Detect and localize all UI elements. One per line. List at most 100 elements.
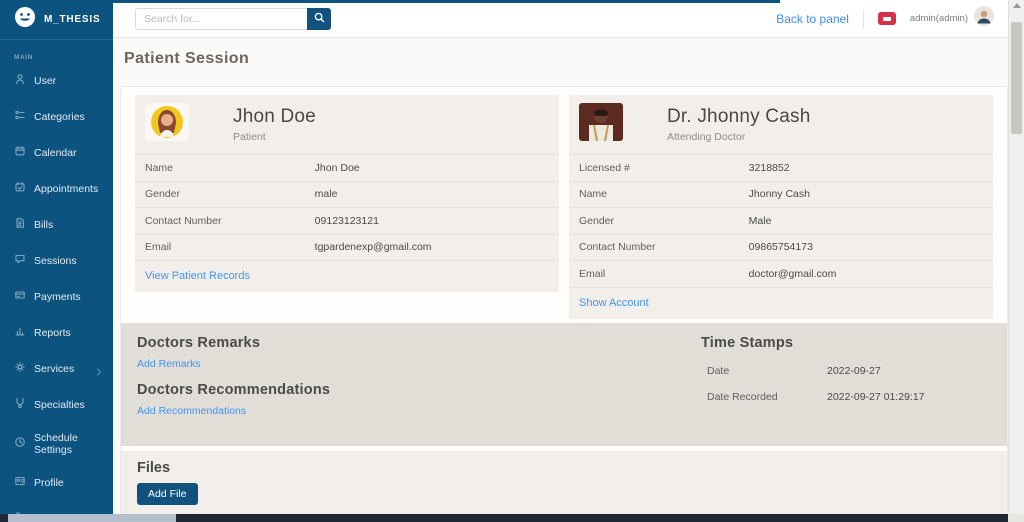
add-recommendations-link[interactable]: Add Recommendations bbox=[137, 405, 246, 417]
sidebar-item-calendar[interactable]: Calendar bbox=[0, 135, 113, 171]
doctor-card: Dr. Jhonny Cash Attending Doctor License… bbox=[569, 95, 993, 319]
doctor-avatar bbox=[579, 103, 623, 146]
row-value: Jhon Doe bbox=[314, 161, 360, 174]
profile-card-icon bbox=[14, 474, 26, 492]
patient-card-header: Jhon Doe Patient bbox=[135, 95, 559, 155]
sidebar-item-profile[interactable]: Profile bbox=[0, 465, 113, 501]
row-label: Contact Number bbox=[579, 241, 656, 254]
search-input[interactable] bbox=[135, 7, 307, 30]
search-icon bbox=[314, 11, 325, 26]
sidebar-item-label: Services bbox=[34, 363, 75, 375]
remarks-band: Doctors Remarks Add Remarks Doctors Reco… bbox=[121, 322, 1007, 446]
specialties-icon bbox=[14, 396, 26, 414]
sidebar-item-reports[interactable]: Reports bbox=[0, 315, 113, 351]
sidebar-item-categories[interactable]: Categories bbox=[0, 99, 113, 135]
brand-name: M_THESIS bbox=[44, 14, 101, 25]
patient-row-contact: Contact Number 09123123121 bbox=[135, 208, 559, 235]
row-label: Email bbox=[579, 267, 606, 280]
row-value: male bbox=[314, 188, 338, 201]
username-label: admin(admin) bbox=[909, 13, 968, 24]
row-value: Jhonny Cash bbox=[748, 188, 810, 201]
files-section: Files Add File # Label File Name Type De… bbox=[121, 450, 1007, 514]
search-button[interactable] bbox=[307, 7, 331, 30]
sidebar-item-sessions[interactable]: Sessions bbox=[0, 243, 113, 279]
app-logo-icon bbox=[14, 6, 36, 33]
row-value: 3218852 bbox=[748, 161, 790, 174]
reports-icon bbox=[14, 324, 26, 342]
view-patient-records-link[interactable]: View Patient Records bbox=[135, 261, 260, 292]
scroll-up-arrow-icon[interactable] bbox=[1013, 3, 1021, 8]
patient-card: Jhon Doe Patient Name Jhon Doe Gender ma… bbox=[135, 95, 559, 292]
doctor-row-name: Name Jhonny Cash bbox=[569, 182, 993, 208]
patient-row-name: Name Jhon Doe bbox=[135, 155, 559, 182]
sidebar-item-payments[interactable]: Payments bbox=[0, 279, 113, 315]
sidebar-item-appointments[interactable]: Appointments bbox=[0, 171, 113, 207]
user-avatar bbox=[974, 6, 994, 31]
doctor-name-block: Dr. Jhonny Cash Attending Doctor bbox=[667, 106, 810, 143]
patient-row-email: Email tgpardenexp@gmail.com bbox=[135, 235, 559, 261]
time-stamps-title: Time Stamps bbox=[701, 334, 794, 351]
sidebar-item-user[interactable]: User bbox=[0, 63, 113, 99]
sidebar-item-label: Reports bbox=[34, 327, 71, 339]
row-label: Date Recorded bbox=[707, 390, 778, 403]
row-label: Licensed # bbox=[579, 161, 630, 174]
sidebar-item-label: Schedule Settings bbox=[34, 432, 78, 456]
patient-session-panel: Jhon Doe Patient Name Jhon Doe Gender ma… bbox=[120, 86, 1008, 514]
red-notification-badge-icon[interactable] bbox=[877, 12, 896, 25]
user-icon bbox=[14, 72, 26, 90]
sidebar-item-label: Sessions bbox=[34, 255, 77, 267]
horizontal-scrollbar[interactable] bbox=[0, 514, 1008, 522]
sidebar-item-label: Bills bbox=[34, 219, 54, 231]
window-top-edge bbox=[0, 0, 780, 3]
sidebar-item-label: Calendar bbox=[34, 147, 77, 159]
sidebar-item-services[interactable]: Services bbox=[0, 351, 113, 387]
profile-cards-row: Jhon Doe Patient Name Jhon Doe Gender ma… bbox=[121, 87, 1007, 319]
doctors-recommendations-title: Doctors Recommendations bbox=[137, 381, 331, 398]
vertical-scrollbar-thumb[interactable] bbox=[1011, 22, 1022, 134]
add-remarks-link[interactable]: Add Remarks bbox=[137, 358, 201, 370]
show-account-link[interactable]: Show Account bbox=[569, 288, 659, 319]
calendar-icon bbox=[14, 144, 26, 162]
sidebar-item-label: Appointments bbox=[34, 183, 99, 195]
patient-name-block: Jhon Doe Patient bbox=[233, 106, 316, 143]
add-file-button[interactable]: Add File bbox=[137, 482, 198, 505]
patient-avatar bbox=[145, 103, 189, 146]
row-label: Name bbox=[145, 161, 174, 174]
row-value: Male bbox=[748, 214, 772, 227]
main-content: Patient Session Jhon Doe Patient Name Jh… bbox=[113, 38, 1008, 514]
patient-row-gender: Gender male bbox=[135, 182, 559, 208]
patient-name: Jhon Doe bbox=[233, 106, 316, 127]
sidebar-item-specialties[interactable]: Specialties bbox=[0, 387, 113, 423]
sidebar-item-label: Payments bbox=[34, 291, 81, 303]
row-value: 09865754173 bbox=[748, 241, 813, 254]
doctors-remarks-title: Doctors Remarks bbox=[137, 334, 261, 351]
row-label: Gender bbox=[145, 188, 181, 201]
sidebar-item-bills[interactable]: Bills bbox=[0, 207, 113, 243]
doctor-row-contact: Contact Number 09865754173 bbox=[569, 235, 993, 261]
services-gear-icon bbox=[14, 360, 26, 378]
user-menu[interactable]: admin(admin) bbox=[910, 6, 994, 31]
row-label: Email bbox=[145, 241, 172, 254]
sidebar: M_THESIS MAIN User Categories Calendar A… bbox=[0, 0, 113, 522]
row-value: 2022-09-27 01:29:17 bbox=[827, 390, 925, 403]
sidebar-item-label: User bbox=[34, 75, 57, 87]
files-title: Files bbox=[137, 459, 171, 476]
doctor-row-gender: Gender Male bbox=[569, 208, 993, 235]
row-label: Contact Number bbox=[145, 214, 222, 227]
sidebar-nav: User Categories Calendar Appointments Bi… bbox=[0, 63, 113, 522]
bills-icon bbox=[14, 216, 26, 234]
sidebar-item-schedule-settings[interactable]: Schedule Settings bbox=[0, 423, 113, 465]
horizontal-scrollbar-thumb[interactable] bbox=[8, 514, 176, 522]
timestamp-row-date: Date 2022-09-27 bbox=[701, 365, 989, 377]
row-value: 09123123121 bbox=[314, 214, 379, 227]
doctor-card-header: Dr. Jhonny Cash Attending Doctor bbox=[569, 95, 993, 155]
sidebar-item-label: Specialties bbox=[34, 399, 85, 411]
topbar: Back to panel admin(admin) bbox=[113, 0, 1008, 38]
sidebar-item-label: Categories bbox=[34, 111, 85, 123]
page-title: Patient Session bbox=[124, 50, 250, 67]
back-to-panel-link[interactable]: Back to panel bbox=[776, 12, 849, 26]
brand[interactable]: M_THESIS bbox=[0, 0, 113, 40]
vertical-scrollbar[interactable] bbox=[1008, 0, 1024, 514]
row-value: tgpardenexp@gmail.com bbox=[314, 241, 432, 254]
sidebar-item-label: Profile bbox=[34, 477, 64, 489]
